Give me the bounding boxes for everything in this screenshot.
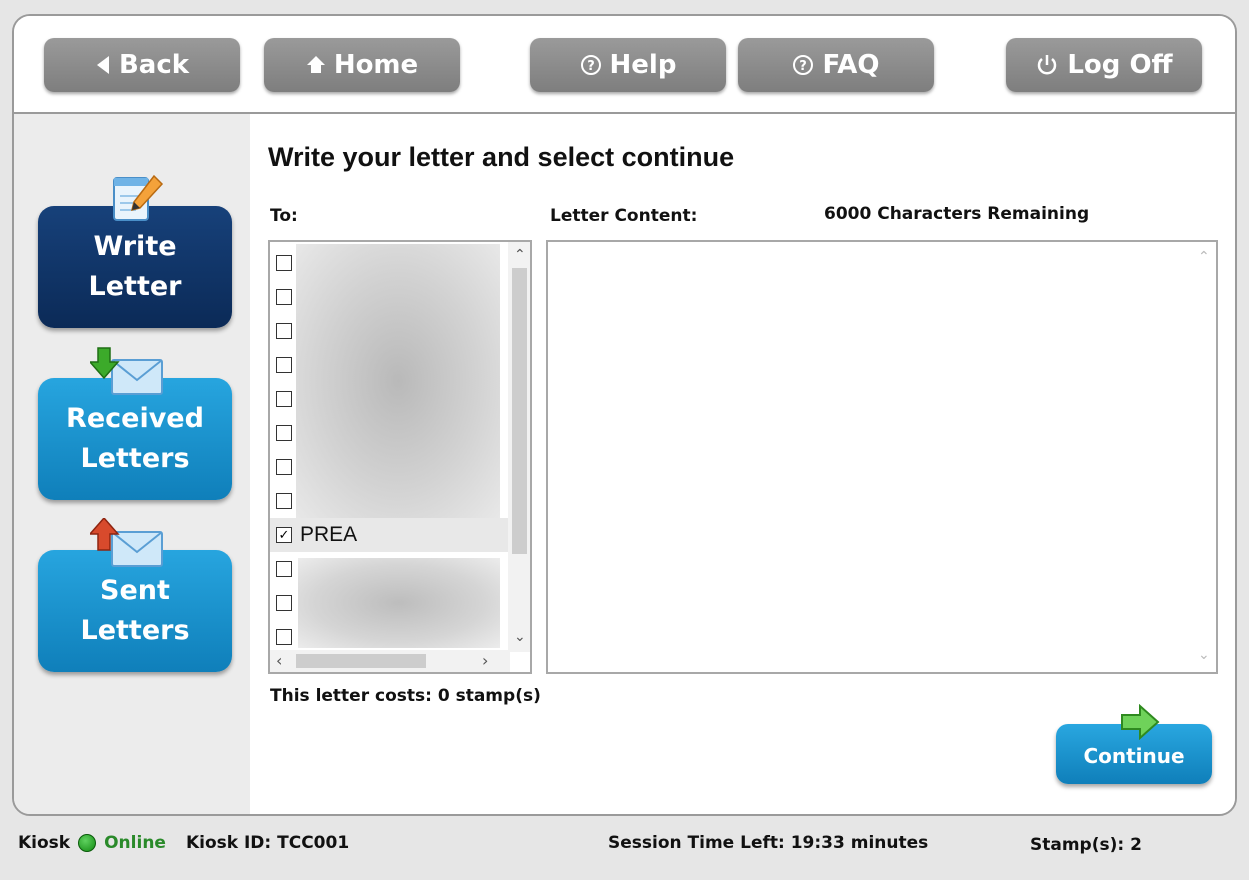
content-scrollbar[interactable]: ⌃ ⌄ — [1192, 244, 1214, 670]
scroll-up-icon[interactable]: ⌃ — [1198, 250, 1210, 264]
recipient-checkbox[interactable] — [276, 357, 292, 373]
scroll-down-icon[interactable]: ⌄ — [514, 630, 526, 644]
scroll-up-icon[interactable]: ⌃ — [514, 248, 526, 262]
recipient-checkbox[interactable] — [276, 459, 292, 475]
faq-button-label: FAQ — [822, 50, 880, 80]
sidebar: Write Letter Received Letters Sent Lette… — [14, 114, 250, 814]
stamp-count-text: Stamp(s): 2 — [1030, 835, 1142, 855]
back-button[interactable]: Back — [44, 38, 240, 92]
to-label: To: — [270, 206, 298, 226]
scroll-left-icon[interactable]: ‹ — [276, 653, 282, 669]
recipient-row[interactable] — [270, 280, 510, 314]
vertical-scrollbar[interactable]: ⌃ ⌄ — [508, 242, 530, 652]
sidebar-item-label: Letters — [80, 443, 190, 474]
recipient-list[interactable]: ✓ PREA ⌃ ⌄ ‹ › — [268, 240, 532, 674]
recipient-checkbox[interactable] — [276, 391, 292, 407]
recipient-checkbox[interactable] — [276, 561, 292, 577]
page-title: Write your letter and select continue — [268, 142, 735, 172]
help-icon: ? — [580, 54, 602, 76]
home-button-label: Home — [333, 50, 419, 80]
scroll-thumb[interactable] — [296, 654, 426, 668]
back-button-label: Back — [118, 50, 190, 80]
recipient-row[interactable] — [270, 552, 510, 586]
letter-content-textarea[interactable] — [546, 240, 1218, 674]
session-time-text: Session Time Left: 19:33 minutes — [608, 833, 929, 853]
scroll-right-icon[interactable]: › — [482, 653, 488, 669]
recipient-checkbox[interactable] — [276, 595, 292, 611]
recipient-checkbox[interactable] — [276, 425, 292, 441]
letter-content-label: Letter Content: — [550, 206, 698, 226]
recipient-row[interactable] — [270, 382, 510, 416]
kiosk-status: Kiosk Online Kiosk ID: TCC001 — [18, 833, 349, 853]
top-navigation-bar: Back Home ? Help ? FAQ Log Off — [14, 16, 1235, 114]
online-status: Online — [104, 833, 166, 853]
session-time-left: Session Time Left: 19:33 minutes — [608, 833, 928, 853]
recipient-checkbox[interactable] — [276, 289, 292, 305]
svg-text:?: ? — [800, 59, 808, 74]
scroll-thumb[interactable] — [512, 268, 527, 554]
recipient-row[interactable] — [270, 450, 510, 484]
horizontal-scrollbar[interactable]: ‹ › — [270, 650, 510, 672]
scroll-down-icon[interactable]: ⌄ — [1198, 648, 1210, 662]
recipient-row[interactable] — [270, 620, 510, 654]
recipient-checkbox[interactable] — [276, 629, 292, 645]
log-off-button-label: Log Off — [1067, 50, 1173, 80]
sidebar-item-label: Write — [93, 231, 177, 262]
envelope-up-arrow-icon — [88, 516, 168, 578]
recipient-checkbox[interactable]: ✓ — [276, 527, 292, 543]
recipient-row[interactable] — [270, 348, 510, 382]
recipient-checkbox[interactable] — [276, 255, 292, 271]
recipient-row[interactable] — [270, 484, 510, 518]
right-arrow-icon — [1120, 703, 1160, 744]
log-off-button[interactable]: Log Off — [1006, 38, 1202, 92]
main-content: Write your letter and select continue To… — [250, 114, 1235, 814]
faq-icon: ? — [792, 54, 814, 76]
characters-remaining: 6000 Characters Remaining — [824, 204, 1090, 224]
kiosk-window: Back Home ? Help ? FAQ Log Off Write Let… — [12, 14, 1237, 816]
help-button-label: Help — [609, 50, 677, 80]
sidebar-item-label: Letter — [88, 271, 182, 302]
recipient-row[interactable] — [270, 416, 510, 450]
stamp-count: Stamp(s): 2 — [1030, 835, 1142, 855]
home-icon — [306, 55, 326, 75]
recipient-name: PREA — [300, 523, 358, 546]
recipient-checkbox[interactable] — [276, 323, 292, 339]
svg-text:?: ? — [587, 59, 595, 74]
continue-button-label: Continue — [1083, 744, 1185, 768]
letter-cost: This letter costs: 0 stamp(s) — [270, 686, 541, 706]
help-button[interactable]: ? Help — [530, 38, 726, 92]
online-indicator-icon — [78, 834, 97, 852]
recipient-checkbox[interactable] — [276, 493, 292, 509]
sidebar-item-label: Letters — [80, 615, 190, 646]
home-button[interactable]: Home — [264, 38, 460, 92]
pencil-paper-icon — [110, 172, 166, 232]
recipient-row[interactable] — [270, 586, 510, 620]
recipient-row[interactable]: ✓ PREA — [270, 518, 510, 552]
envelope-down-arrow-icon — [88, 346, 168, 406]
recipient-row[interactable] — [270, 246, 510, 280]
faq-button[interactable]: ? FAQ — [738, 38, 934, 92]
back-arrow-icon — [95, 55, 111, 75]
kiosk-label: Kiosk — [18, 833, 71, 853]
kiosk-id: Kiosk ID: TCC001 — [185, 833, 350, 853]
recipient-row[interactable] — [270, 314, 510, 348]
power-icon — [1035, 53, 1059, 77]
